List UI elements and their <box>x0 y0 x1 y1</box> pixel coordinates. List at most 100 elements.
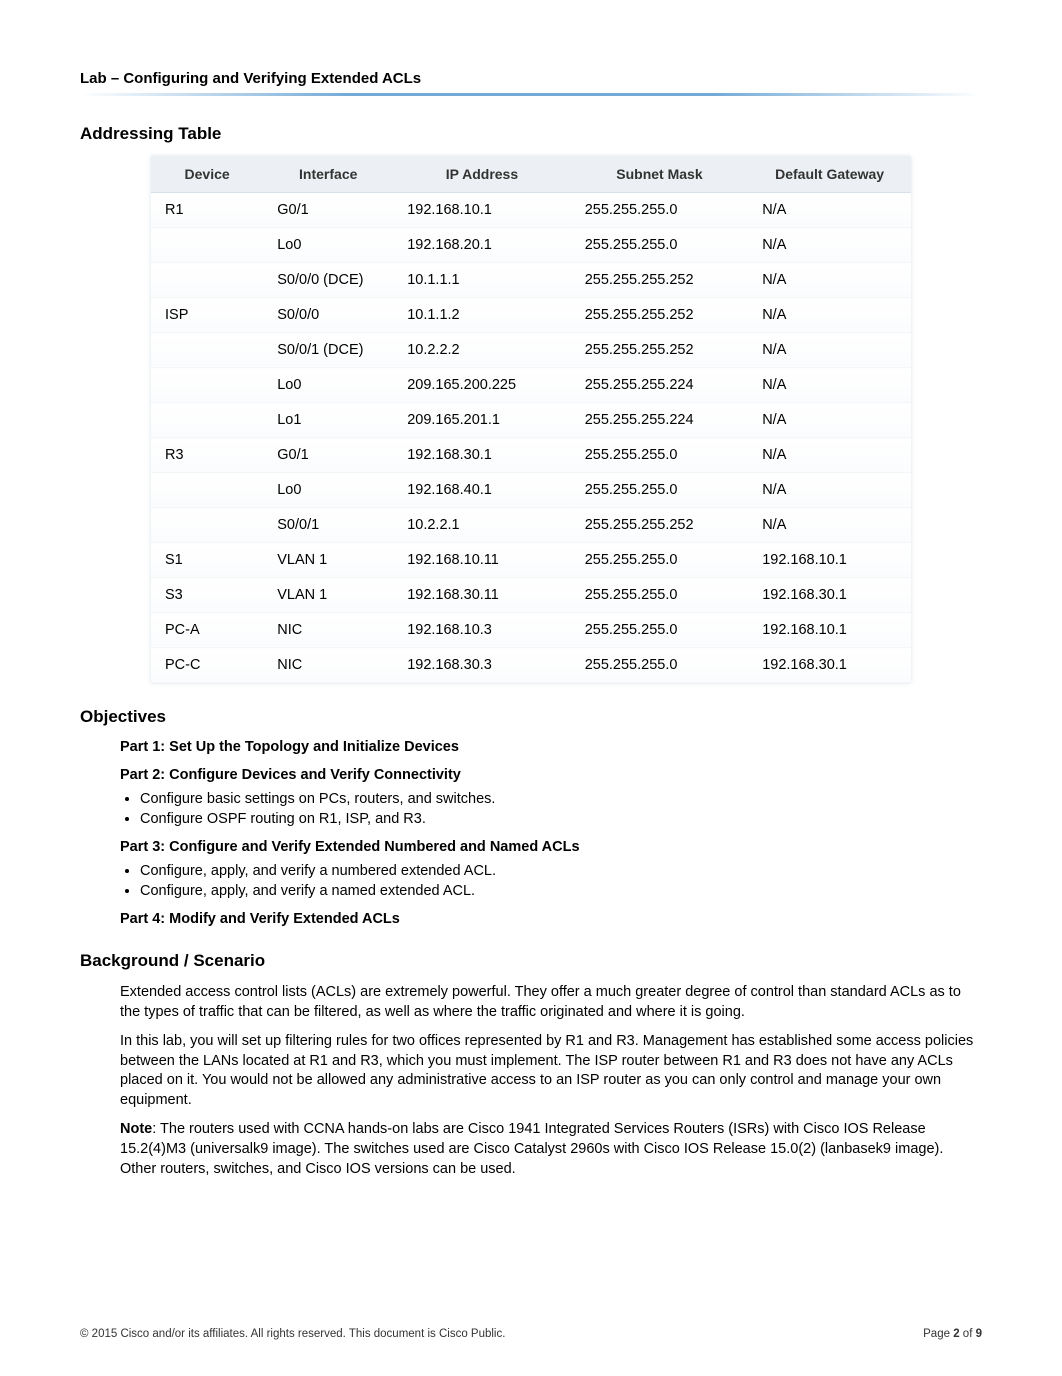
table-cell: 255.255.255.0 <box>571 648 749 683</box>
table-cell: G0/1 <box>263 438 393 473</box>
table-row: Lo0192.168.40.1255.255.255.0N/A <box>151 473 911 508</box>
table-row: S0/0/110.2.2.1255.255.255.252N/A <box>151 508 911 543</box>
background-note: Note: The routers used with CCNA hands-o… <box>120 1120 982 1179</box>
table-cell: Lo0 <box>263 368 393 403</box>
table-row: S0/0/1 (DCE)10.2.2.2255.255.255.252N/A <box>151 333 911 368</box>
footer-right: Page 2 of 9 <box>923 1328 982 1340</box>
table-cell: 192.168.10.1 <box>748 543 911 578</box>
table-row: R3G0/1192.168.30.1255.255.255.0N/A <box>151 438 911 473</box>
table-cell <box>151 263 263 298</box>
part2-heading: Part 2: Configure Devices and Verify Con… <box>120 767 982 783</box>
table-cell: NIC <box>263 613 393 648</box>
table-cell: 255.255.255.0 <box>571 193 749 228</box>
table-cell: 255.255.255.0 <box>571 228 749 263</box>
col-gateway: Default Gateway <box>748 156 911 193</box>
part3-bullets: Configure, apply, and verify a numbered … <box>120 863 982 899</box>
table-cell: N/A <box>748 263 911 298</box>
table-cell: 255.255.255.224 <box>571 368 749 403</box>
table-cell: 10.2.2.1 <box>393 508 571 543</box>
page-footer: © 2015 Cisco and/or its affiliates. All … <box>80 1328 982 1340</box>
footer-left: © 2015 Cisco and/or its affiliates. All … <box>80 1328 505 1340</box>
table-row: S1VLAN 1192.168.10.11255.255.255.0192.16… <box>151 543 911 578</box>
table-cell: 192.168.30.1 <box>393 438 571 473</box>
list-item: Configure, apply, and verify a numbered … <box>140 863 982 879</box>
table-cell: N/A <box>748 508 911 543</box>
doc-title: Lab – Configuring and Verifying Extended… <box>80 70 982 87</box>
table-cell: N/A <box>748 438 911 473</box>
table-cell: 10.1.1.1 <box>393 263 571 298</box>
part3-heading: Part 3: Configure and Verify Extended Nu… <box>120 839 982 855</box>
footer-page-total: 9 <box>976 1328 982 1340</box>
table-cell: 192.168.10.3 <box>393 613 571 648</box>
table-cell: R1 <box>151 193 263 228</box>
background-p2: In this lab, you will set up filtering r… <box>120 1032 982 1110</box>
table-row: Lo0192.168.20.1255.255.255.0N/A <box>151 228 911 263</box>
table-cell: 255.255.255.224 <box>571 403 749 438</box>
col-ip: IP Address <box>393 156 571 193</box>
table-cell: S3 <box>151 578 263 613</box>
background-heading: Background / Scenario <box>80 951 982 971</box>
table-cell: N/A <box>748 403 911 438</box>
col-mask: Subnet Mask <box>571 156 749 193</box>
table-cell: 192.168.30.1 <box>748 648 911 683</box>
table-cell: 255.255.255.0 <box>571 613 749 648</box>
table-cell <box>151 368 263 403</box>
table-cell: Lo0 <box>263 228 393 263</box>
note-label: Note <box>120 1121 152 1137</box>
list-item: Configure OSPF routing on R1, ISP, and R… <box>140 811 982 827</box>
objectives-block: Part 1: Set Up the Topology and Initiali… <box>120 739 982 927</box>
table-row: PC-CNIC192.168.30.3255.255.255.0192.168.… <box>151 648 911 683</box>
table-cell: N/A <box>748 193 911 228</box>
table-row: PC-ANIC192.168.10.3255.255.255.0192.168.… <box>151 613 911 648</box>
table-cell: VLAN 1 <box>263 543 393 578</box>
table-cell: N/A <box>748 473 911 508</box>
table-row: Lo1209.165.201.1255.255.255.224N/A <box>151 403 911 438</box>
table-cell: 255.255.255.0 <box>571 543 749 578</box>
table-cell: 255.255.255.252 <box>571 333 749 368</box>
table-cell: 255.255.255.0 <box>571 473 749 508</box>
table-cell: 10.1.1.2 <box>393 298 571 333</box>
table-cell: N/A <box>748 368 911 403</box>
table-cell <box>151 333 263 368</box>
table-cell: N/A <box>748 228 911 263</box>
part2-bullets: Configure basic settings on PCs, routers… <box>120 791 982 827</box>
table-header-row: Device Interface IP Address Subnet Mask … <box>151 156 911 193</box>
table-cell: 255.255.255.252 <box>571 508 749 543</box>
table-cell: S0/0/0 (DCE) <box>263 263 393 298</box>
table-cell: 209.165.200.225 <box>393 368 571 403</box>
objectives-heading: Objectives <box>80 707 982 727</box>
col-interface: Interface <box>263 156 393 193</box>
part4-heading: Part 4: Modify and Verify Extended ACLs <box>120 911 982 927</box>
table-cell: 192.168.30.3 <box>393 648 571 683</box>
table-cell: S0/0/0 <box>263 298 393 333</box>
table-cell: 192.168.10.1 <box>393 193 571 228</box>
table-cell: 192.168.10.1 <box>748 613 911 648</box>
table-row: Lo0209.165.200.225255.255.255.224N/A <box>151 368 911 403</box>
table-cell: 255.255.255.0 <box>571 438 749 473</box>
table-cell: 192.168.30.11 <box>393 578 571 613</box>
table-cell: PC-A <box>151 613 263 648</box>
table-cell: 255.255.255.252 <box>571 263 749 298</box>
col-device: Device <box>151 156 263 193</box>
table-cell: 209.165.201.1 <box>393 403 571 438</box>
table-cell <box>151 508 263 543</box>
background-p1: Extended access control lists (ACLs) are… <box>120 983 982 1022</box>
table-row: R1G0/1192.168.10.1255.255.255.0N/A <box>151 193 911 228</box>
list-item: Configure basic settings on PCs, routers… <box>140 791 982 807</box>
table-cell: VLAN 1 <box>263 578 393 613</box>
addressing-table: Device Interface IP Address Subnet Mask … <box>151 156 911 683</box>
table-row: S3VLAN 1192.168.30.11255.255.255.0192.16… <box>151 578 911 613</box>
table-cell: 255.255.255.252 <box>571 298 749 333</box>
footer-page-prefix: Page <box>923 1328 953 1340</box>
table-cell <box>151 403 263 438</box>
table-row: ISPS0/0/010.1.1.2255.255.255.252N/A <box>151 298 911 333</box>
table-cell: Lo0 <box>263 473 393 508</box>
header-divider <box>80 93 982 96</box>
table-cell: 192.168.40.1 <box>393 473 571 508</box>
table-cell: R3 <box>151 438 263 473</box>
note-text: : The routers used with CCNA hands-on la… <box>120 1121 943 1176</box>
table-cell: 192.168.20.1 <box>393 228 571 263</box>
table-cell: N/A <box>748 333 911 368</box>
table-cell <box>151 228 263 263</box>
footer-page-of: of <box>960 1328 976 1340</box>
